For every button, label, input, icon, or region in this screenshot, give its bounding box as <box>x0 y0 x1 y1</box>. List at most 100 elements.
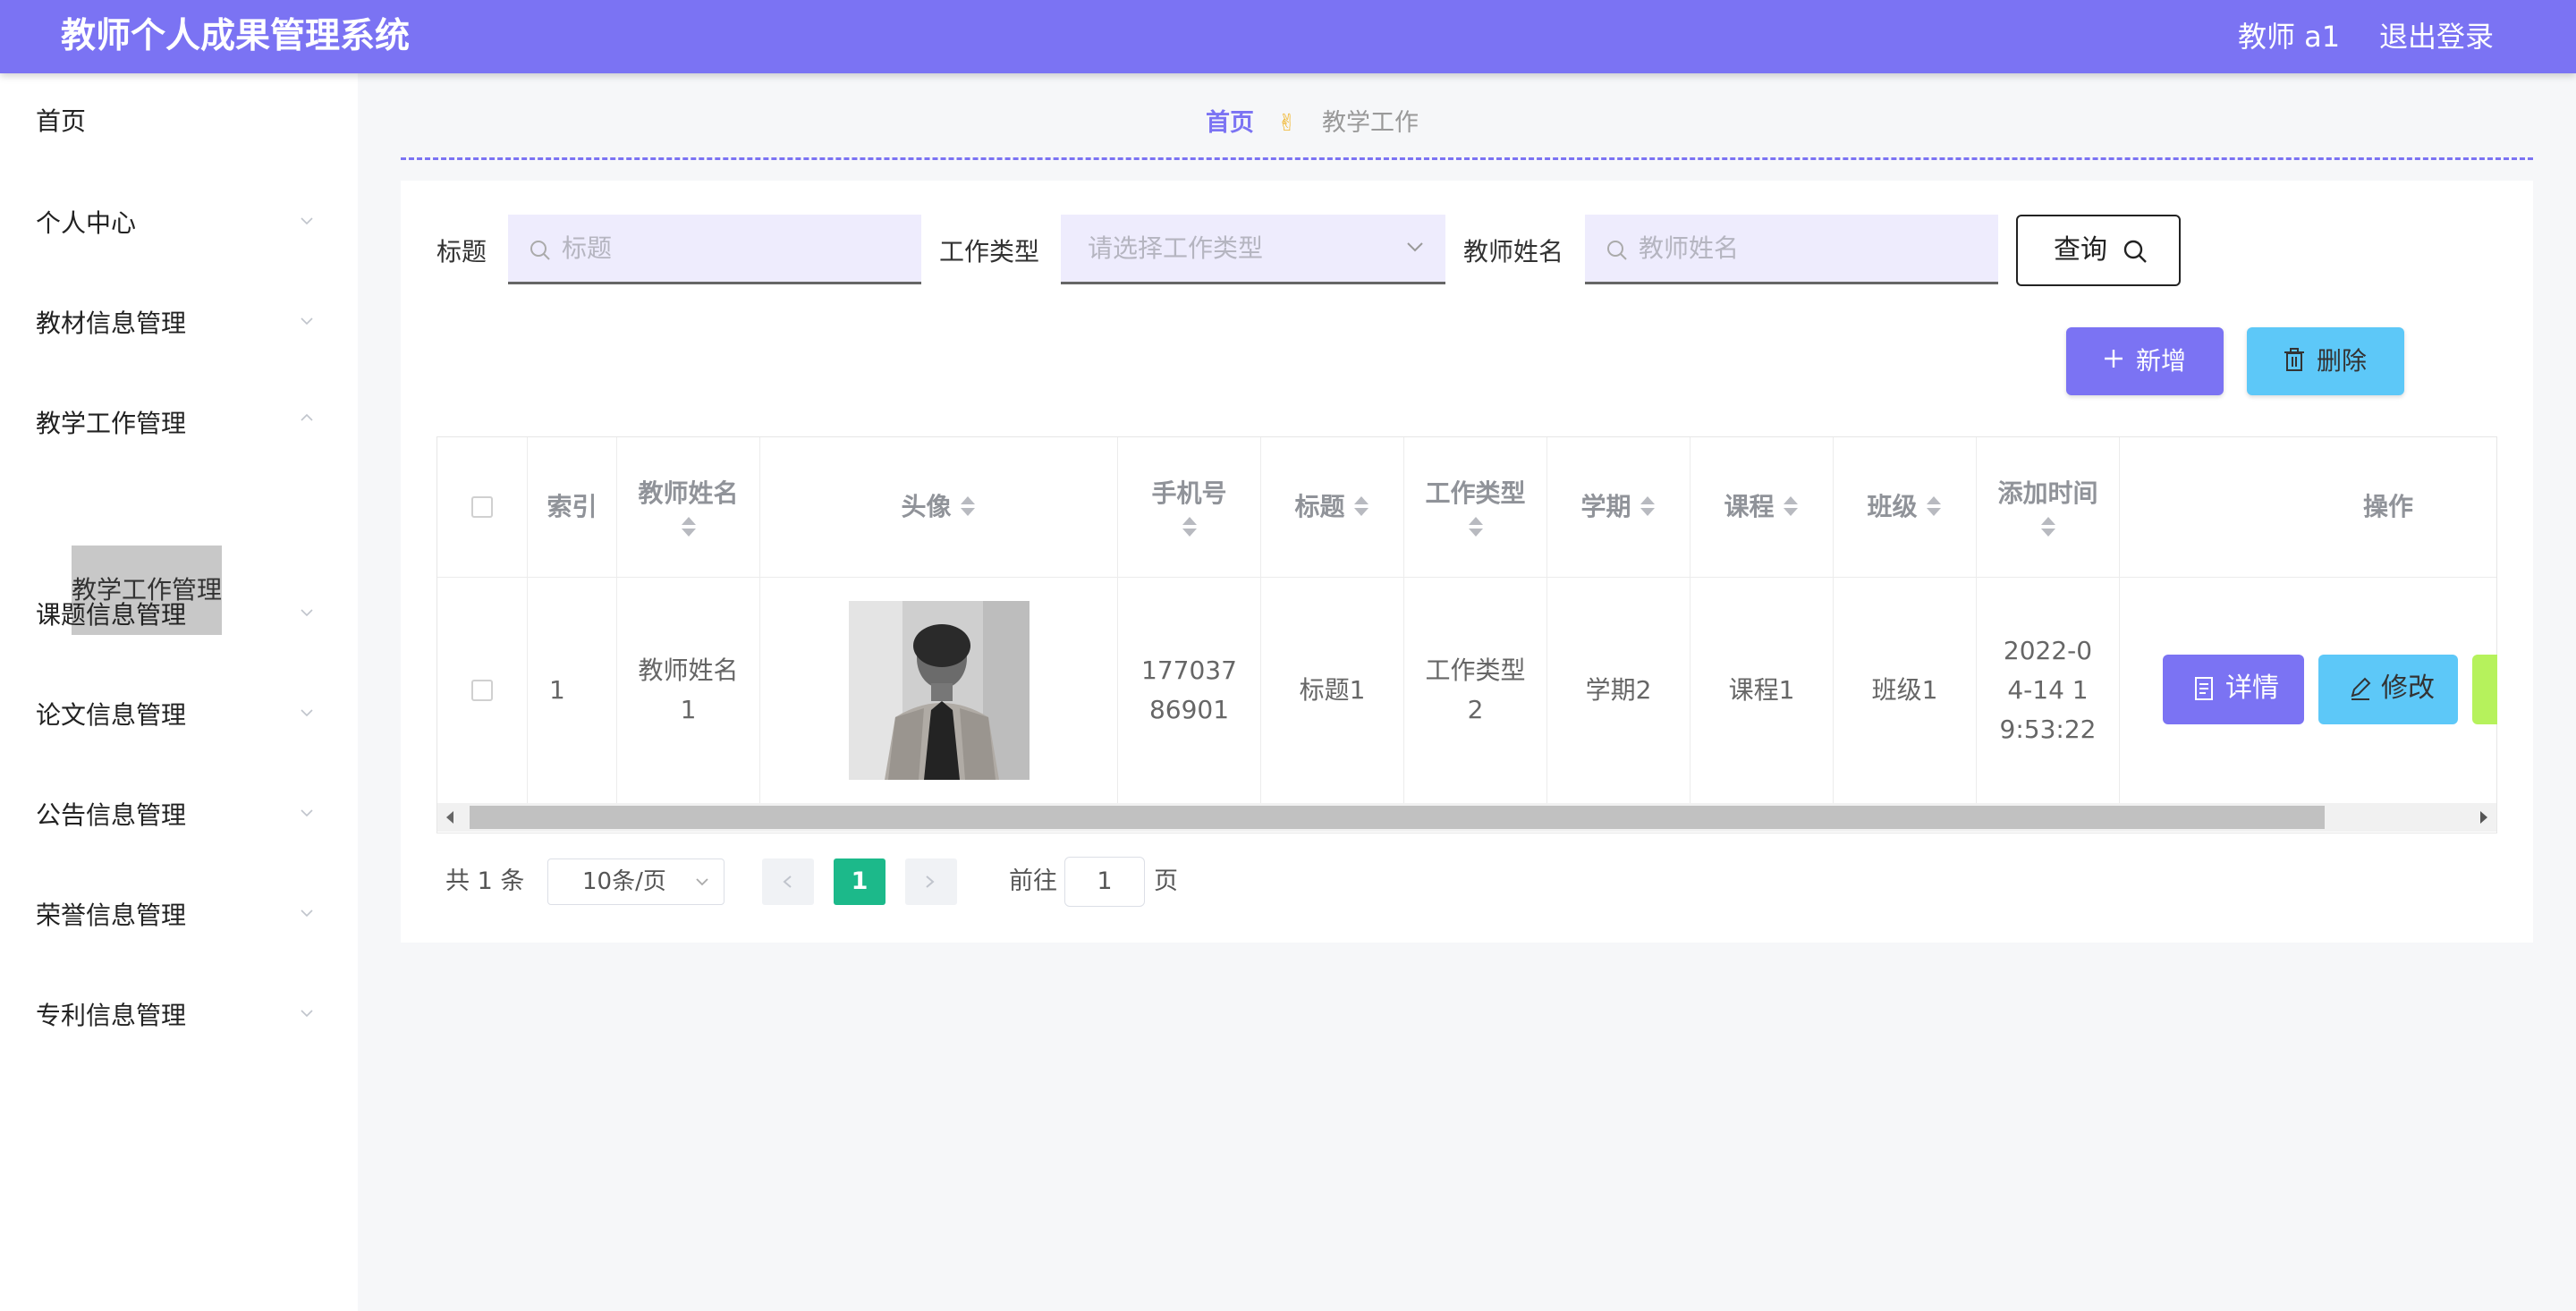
trash-icon <box>2284 348 2304 371</box>
table-cell-course: 课程1 <box>1690 578 1834 804</box>
table-cell-teacher: 教师姓名1 <box>617 578 760 804</box>
sort-icon[interactable] <box>1467 515 1485 540</box>
add-button[interactable]: 新增 <box>2066 327 2224 395</box>
top-bar: 教师个人成果管理系统 教师 a1 退出登录 <box>0 0 2576 73</box>
row-checkbox[interactable] <box>471 680 493 701</box>
column-header-label: 添加时间 <box>1997 478 2098 508</box>
sidebar-item-teaching-work[interactable]: 教学工作管理 <box>36 406 186 442</box>
next-page-button[interactable] <box>905 858 957 905</box>
column-header-label: 工作类型 <box>1425 478 1526 508</box>
detail-button-label: 详情 <box>2225 672 2279 704</box>
chevron-up-icon <box>301 413 313 426</box>
breadcrumb-home[interactable]: 首页 <box>1206 106 1254 141</box>
breadcrumb-divider <box>401 157 2533 160</box>
detail-button[interactable]: 详情 <box>2163 655 2304 724</box>
delete-button-label: 删除 <box>2317 346 2368 376</box>
sidebar-item-patent[interactable]: 专利信息管理 <box>36 998 186 1034</box>
column-header-course[interactable]: 课程 <box>1690 437 1834 578</box>
cell-text: 课程1 <box>1728 675 1795 705</box>
page-suffix-label: 页 <box>1154 867 1178 895</box>
column-header-label: 标题 <box>1294 492 1345 521</box>
query-button[interactable]: 查询 <box>2016 215 2181 286</box>
teacher-search-input[interactable]: 教师姓名 <box>1585 215 1998 284</box>
teacher-search-placeholder: 教师姓名 <box>1639 233 1740 263</box>
search-icon <box>2123 240 2147 263</box>
scrollbar-thumb[interactable] <box>470 806 2325 829</box>
user-label: 教师 a1 <box>2238 20 2341 54</box>
title-search-input[interactable]: 标题 <box>508 215 921 284</box>
search-icon <box>530 241 550 260</box>
plus-icon <box>2105 350 2123 368</box>
search-icon <box>1607 241 1627 260</box>
avatar[interactable] <box>848 601 1030 780</box>
app-title: 教师个人成果管理系统 <box>61 16 411 56</box>
pencil-icon <box>2351 677 2371 700</box>
goto-label: 前往 <box>1009 867 1057 895</box>
chevron-right-icon <box>926 875 935 888</box>
sidebar-item-paper[interactable]: 论文信息管理 <box>36 698 186 733</box>
page-number-current[interactable]: 1 <box>834 858 886 905</box>
sidebar: 首页 个人中心 教材信息管理 教学工作管理 教学工作管理 课题信息管理 论文信息… <box>0 73 358 1311</box>
scroll-left-arrow-icon[interactable] <box>446 811 453 824</box>
sort-icon[interactable] <box>1352 495 1370 520</box>
work-type-placeholder: 请选择工作类型 <box>1088 233 1264 263</box>
document-icon <box>2195 677 2213 700</box>
victory-hand-icon: ✌ <box>1277 110 1297 137</box>
column-header-class[interactable]: 班级 <box>1834 437 1977 578</box>
cell-text: 2022-04-14 19:53:22 <box>1999 636 2097 744</box>
sidebar-item-home[interactable]: 首页 <box>36 104 86 140</box>
chevron-down-icon <box>1407 242 1423 252</box>
sort-icon[interactable] <box>1782 495 1800 520</box>
sort-icon[interactable] <box>1181 515 1199 540</box>
table-cell-avatar <box>760 578 1118 804</box>
work-type-select[interactable]: 请选择工作类型 <box>1061 215 1445 284</box>
column-header-label: 手机号 <box>1151 478 1227 508</box>
sidebar-item-textbook[interactable]: 教材信息管理 <box>36 306 186 342</box>
sort-icon[interactable] <box>1925 495 1943 520</box>
sidebar-item-project[interactable]: 课题信息管理 <box>36 597 186 633</box>
sort-icon[interactable] <box>959 495 977 520</box>
logout-link[interactable]: 退出登录 <box>2379 16 2494 57</box>
delete-button[interactable]: 删除 <box>2247 327 2404 395</box>
cell-text: 17703786901 <box>1141 656 1237 724</box>
data-table: 索引 教师姓名 头像 手机号 标题 工作类型 学期 课程 班级 添加时间 操作 … <box>436 436 2497 833</box>
horizontal-scrollbar[interactable] <box>437 803 2496 832</box>
sort-icon[interactable] <box>1639 495 1657 520</box>
table-cell-semester: 学期2 <box>1547 578 1690 804</box>
column-header-label: 教师姓名 <box>638 478 739 508</box>
column-header-index[interactable]: 索引 <box>528 437 617 578</box>
sort-icon[interactable] <box>680 515 698 540</box>
column-header-avatar[interactable]: 头像 <box>760 437 1118 578</box>
table-cell-title: 标题1 <box>1261 578 1404 804</box>
scroll-right-arrow-icon[interactable] <box>2480 811 2487 824</box>
sidebar-item-personal-center[interactable]: 个人中心 <box>36 206 136 241</box>
select-all-checkbox[interactable] <box>471 496 493 518</box>
column-header-phone[interactable]: 手机号 <box>1118 437 1261 578</box>
column-header-title[interactable]: 标题 <box>1261 437 1404 578</box>
more-action-button[interactable] <box>2472 655 2497 724</box>
column-header-label: 头像 <box>901 492 952 521</box>
title-search-placeholder: 标题 <box>562 233 613 263</box>
page-size-value: 10条/页 <box>582 868 666 895</box>
sort-icon[interactable] <box>2039 515 2057 540</box>
page-size-select[interactable]: 10条/页 <box>547 858 724 905</box>
column-header-semester[interactable]: 学期 <box>1547 437 1690 578</box>
column-header-label: 索引 <box>547 492 597 521</box>
table-cell-added-time: 2022-04-14 19:53:22 <box>1977 578 2120 804</box>
row-select-cell <box>437 578 528 804</box>
query-button-label: 查询 <box>2054 234 2107 266</box>
avatar-photo-image <box>848 601 1030 780</box>
column-header-label: 课程 <box>1724 492 1775 521</box>
add-button-label: 新增 <box>2136 346 2187 376</box>
prev-page-button[interactable] <box>762 858 814 905</box>
table-cell-work-type: 工作类型2 <box>1404 578 1547 804</box>
sidebar-item-honor[interactable]: 荣誉信息管理 <box>36 898 186 934</box>
edit-button[interactable]: 修改 <box>2318 655 2458 724</box>
column-header-added-time[interactable]: 添加时间 <box>1977 437 2120 578</box>
column-header-work-type[interactable]: 工作类型 <box>1404 437 1547 578</box>
column-header-actions: 操作 <box>2120 437 2496 578</box>
sidebar-item-notice[interactable]: 公告信息管理 <box>36 798 186 833</box>
goto-page-input[interactable]: 1 <box>1064 857 1145 907</box>
column-header-teacher[interactable]: 教师姓名 <box>617 437 760 578</box>
chevron-down-icon <box>301 909 313 921</box>
